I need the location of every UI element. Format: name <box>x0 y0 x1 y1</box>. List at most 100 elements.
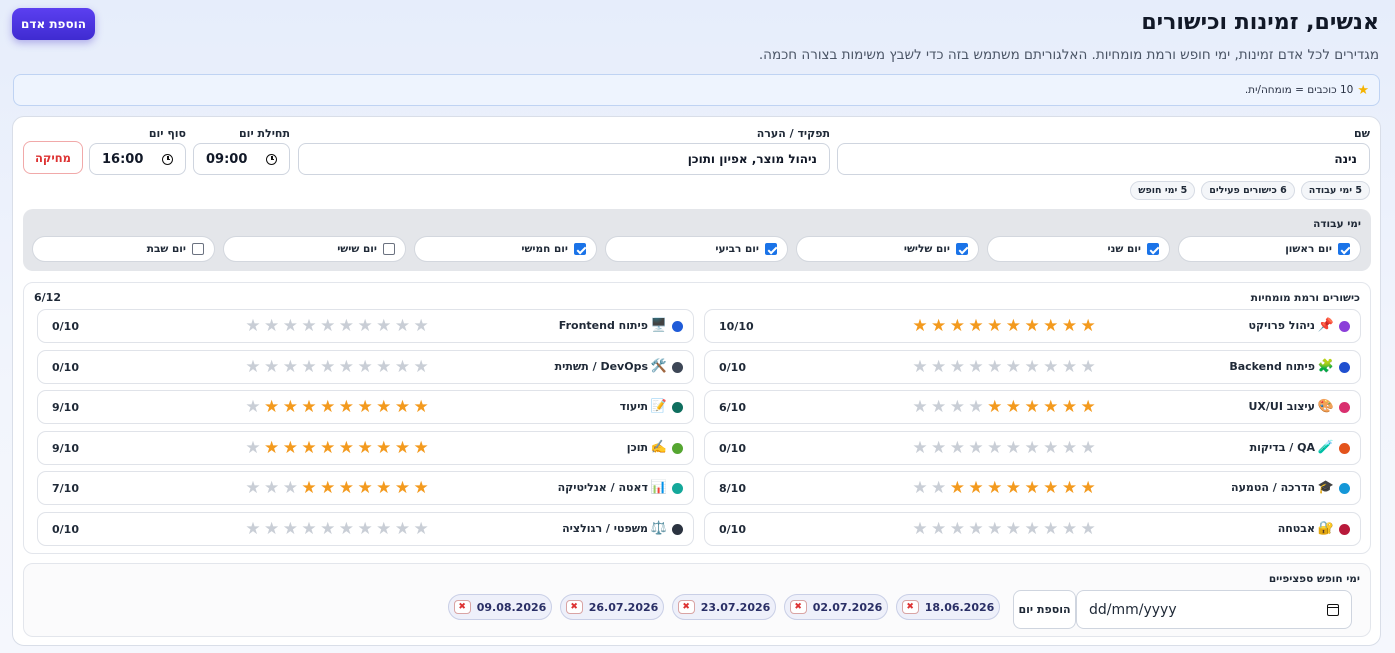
star-icon[interactable]: ★ <box>412 437 430 459</box>
star-icon[interactable]: ★ <box>375 356 393 378</box>
star-icon[interactable]: ★ <box>263 477 281 499</box>
star-icon[interactable]: ★ <box>300 437 318 459</box>
star-icon[interactable]: ★ <box>356 518 374 540</box>
star-icon[interactable]: ★ <box>300 356 318 378</box>
star-icon[interactable]: ★ <box>319 477 337 499</box>
skill-rating[interactable]: ★ ★ ★ ★ ★ ★ ★ ★ ★ ★ <box>243 437 430 459</box>
skill-rating[interactable]: ★ ★ ★ ★ ★ ★ ★ ★ ★ ★ <box>243 518 430 540</box>
add-person-button[interactable]: הוספת אדם <box>12 8 95 40</box>
star-icon[interactable]: ★ <box>375 315 393 337</box>
star-icon[interactable]: ★ <box>1023 437 1041 459</box>
star-icon[interactable]: ★ <box>967 315 985 337</box>
star-icon[interactable]: ★ <box>1005 396 1023 418</box>
workday-checkbox[interactable] <box>192 243 204 255</box>
star-icon[interactable]: ★ <box>1005 315 1023 337</box>
star-icon[interactable]: ★ <box>244 356 262 378</box>
star-icon[interactable]: ★ <box>338 315 356 337</box>
star-icon[interactable]: ★ <box>356 356 374 378</box>
star-icon[interactable]: ★ <box>244 477 262 499</box>
workday-checkbox[interactable] <box>574 243 586 255</box>
star-icon[interactable]: ★ <box>930 518 948 540</box>
workday-checkbox[interactable] <box>956 243 968 255</box>
star-icon[interactable]: ★ <box>1005 356 1023 378</box>
star-icon[interactable]: ★ <box>967 396 985 418</box>
star-icon[interactable]: ★ <box>1079 437 1097 459</box>
star-icon[interactable]: ★ <box>1023 477 1041 499</box>
star-icon[interactable]: ★ <box>911 518 929 540</box>
calendar-icon[interactable] <box>1327 603 1339 616</box>
star-icon[interactable]: ★ <box>911 315 929 337</box>
remove-date-icon[interactable]: ✖ <box>789 600 807 614</box>
star-icon[interactable]: ★ <box>244 437 262 459</box>
star-icon[interactable]: ★ <box>949 437 967 459</box>
skill-rating[interactable]: ★ ★ ★ ★ ★ ★ ★ ★ ★ ★ <box>910 437 1097 459</box>
star-icon[interactable]: ★ <box>1079 356 1097 378</box>
star-icon[interactable]: ★ <box>967 477 985 499</box>
star-icon[interactable]: ★ <box>394 396 412 418</box>
star-icon[interactable]: ★ <box>394 437 412 459</box>
star-icon[interactable]: ★ <box>244 518 262 540</box>
star-icon[interactable]: ★ <box>930 315 948 337</box>
star-icon[interactable]: ★ <box>356 315 374 337</box>
star-icon[interactable]: ★ <box>338 356 356 378</box>
star-icon[interactable]: ★ <box>263 518 281 540</box>
workday-option[interactable]: יום שני <box>987 236 1170 262</box>
star-icon[interactable]: ★ <box>375 437 393 459</box>
skill-rating[interactable]: ★ ★ ★ ★ ★ ★ ★ ★ ★ ★ <box>243 396 430 418</box>
star-icon[interactable]: ★ <box>1023 518 1041 540</box>
star-icon[interactable]: ★ <box>394 477 412 499</box>
star-icon[interactable]: ★ <box>1023 396 1041 418</box>
star-icon[interactable]: ★ <box>930 396 948 418</box>
star-icon[interactable]: ★ <box>300 315 318 337</box>
clock-icon[interactable] <box>162 153 173 165</box>
star-icon[interactable]: ★ <box>1005 477 1023 499</box>
star-icon[interactable]: ★ <box>967 356 985 378</box>
skill-rating[interactable]: ★ ★ ★ ★ ★ ★ ★ ★ ★ ★ <box>910 518 1097 540</box>
star-icon[interactable]: ★ <box>967 518 985 540</box>
star-icon[interactable]: ★ <box>949 396 967 418</box>
star-icon[interactable]: ★ <box>263 356 281 378</box>
star-icon[interactable]: ★ <box>263 315 281 337</box>
skill-rating[interactable]: ★ ★ ★ ★ ★ ★ ★ ★ ★ ★ <box>910 356 1097 378</box>
star-icon[interactable]: ★ <box>394 356 412 378</box>
star-icon[interactable]: ★ <box>986 518 1004 540</box>
star-icon[interactable]: ★ <box>282 437 300 459</box>
skill-rating[interactable]: ★ ★ ★ ★ ★ ★ ★ ★ ★ ★ <box>243 356 430 378</box>
start-time-input[interactable]: 09:00 <box>193 143 290 175</box>
star-icon[interactable]: ★ <box>949 356 967 378</box>
star-icon[interactable]: ★ <box>412 356 430 378</box>
star-icon[interactable]: ★ <box>394 518 412 540</box>
star-icon[interactable]: ★ <box>263 437 281 459</box>
remove-date-icon[interactable]: ✖ <box>453 600 471 614</box>
vacation-date-input[interactable]: dd/mm/yyyy <box>1076 590 1352 629</box>
star-icon[interactable]: ★ <box>1079 396 1097 418</box>
star-icon[interactable]: ★ <box>300 477 318 499</box>
star-icon[interactable]: ★ <box>1042 315 1060 337</box>
star-icon[interactable]: ★ <box>986 477 1004 499</box>
star-icon[interactable]: ★ <box>319 437 337 459</box>
star-icon[interactable]: ★ <box>1061 477 1079 499</box>
workday-checkbox[interactable] <box>1147 243 1159 255</box>
star-icon[interactable]: ★ <box>319 315 337 337</box>
star-icon[interactable]: ★ <box>911 477 929 499</box>
star-icon[interactable]: ★ <box>986 315 1004 337</box>
star-icon[interactable]: ★ <box>1079 518 1097 540</box>
workday-option[interactable]: יום שישי <box>223 236 406 262</box>
star-icon[interactable]: ★ <box>1061 396 1079 418</box>
star-icon[interactable]: ★ <box>375 518 393 540</box>
star-icon[interactable]: ★ <box>1042 437 1060 459</box>
star-icon[interactable]: ★ <box>1061 315 1079 337</box>
star-icon[interactable]: ★ <box>1023 315 1041 337</box>
star-icon[interactable]: ★ <box>412 518 430 540</box>
add-vacation-day-button[interactable]: הוספת יום <box>1013 590 1076 629</box>
workday-option[interactable]: יום חמישי <box>414 236 597 262</box>
star-icon[interactable]: ★ <box>930 477 948 499</box>
star-icon[interactable]: ★ <box>412 477 430 499</box>
workday-checkbox[interactable] <box>1338 243 1350 255</box>
star-icon[interactable]: ★ <box>356 396 374 418</box>
star-icon[interactable]: ★ <box>1042 518 1060 540</box>
star-icon[interactable]: ★ <box>1061 356 1079 378</box>
star-icon[interactable]: ★ <box>911 396 929 418</box>
star-icon[interactable]: ★ <box>244 396 262 418</box>
workday-option[interactable]: יום ראשון <box>1178 236 1361 262</box>
